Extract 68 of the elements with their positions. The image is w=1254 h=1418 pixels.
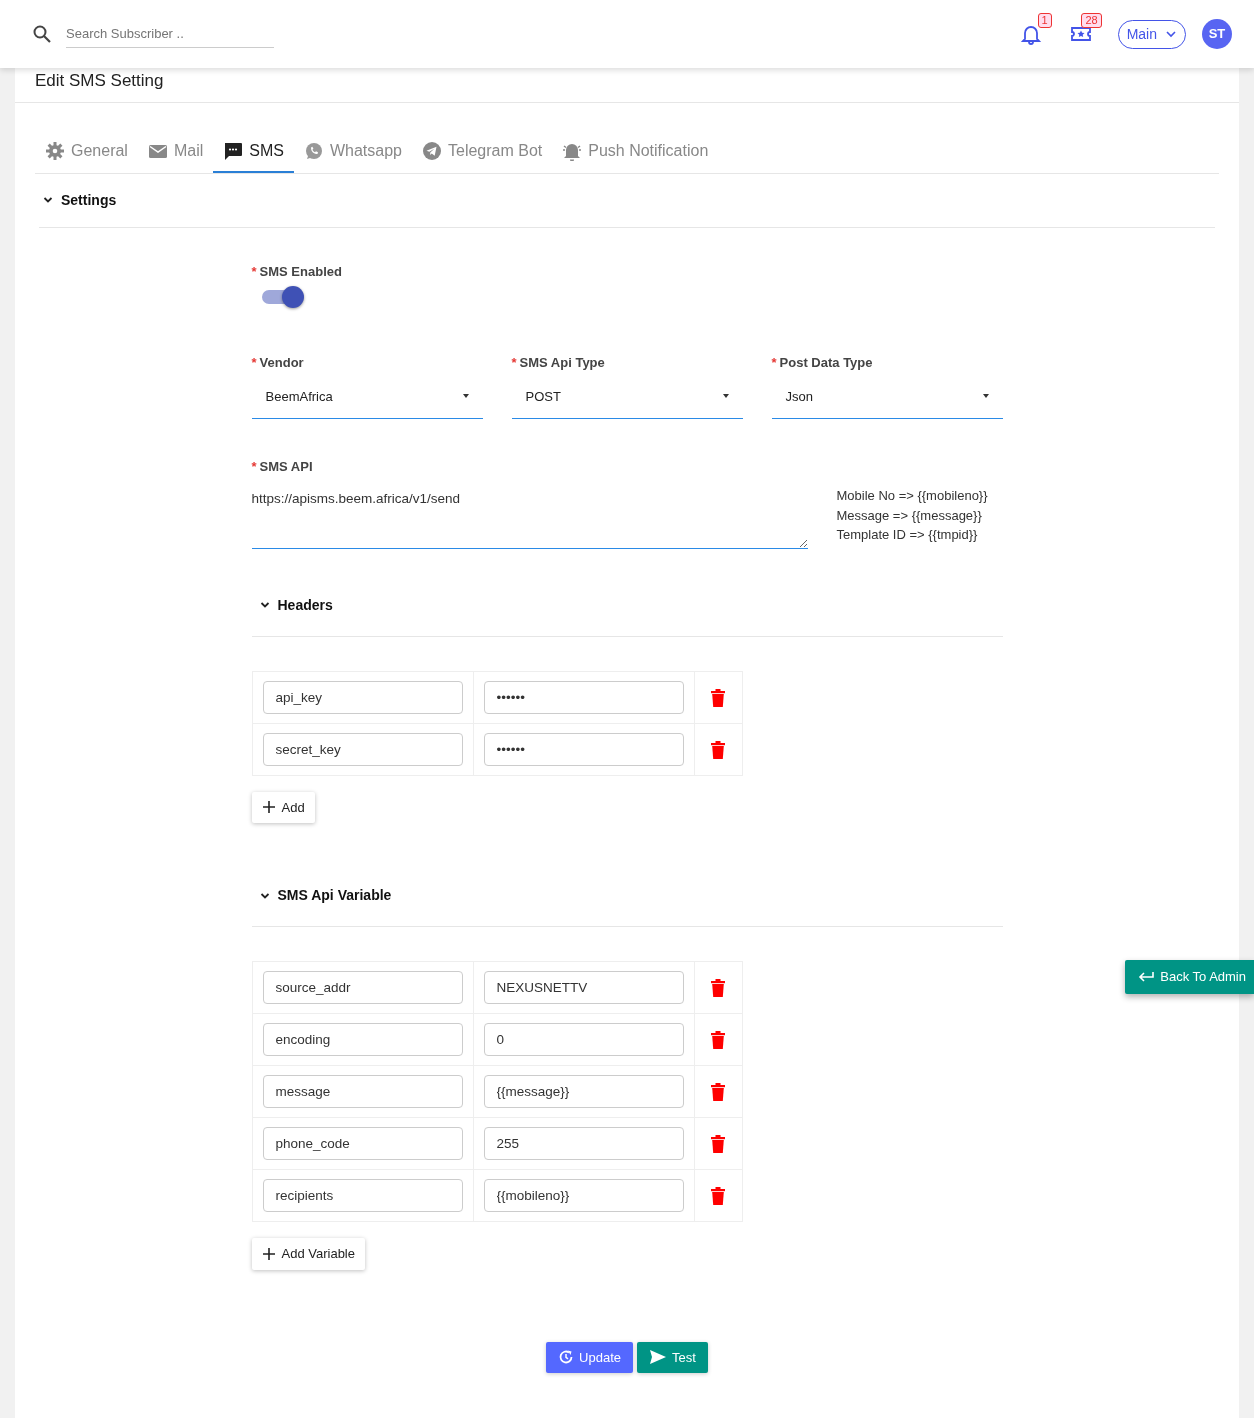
caret-icon <box>982 394 989 399</box>
notification-count: 28 <box>1081 12 1102 28</box>
tab[interactable]: Whatsapp <box>293 130 412 173</box>
field-label: * SMS API <box>251 458 314 476</box>
trash-icon <box>711 1031 725 1050</box>
value-field[interactable]: {{mobileno}} <box>483 1179 684 1212</box>
key-field[interactable]: api_key <box>262 680 463 714</box>
return-arrow-icon <box>1138 970 1155 983</box>
tab[interactable]: General <box>35 130 138 173</box>
value-field[interactable]: {{message}} <box>483 1075 684 1108</box>
key-field[interactable]: secret_key <box>262 732 463 766</box>
paper-plane-icon <box>422 140 442 161</box>
gear-icon <box>45 140 65 161</box>
workspace-dropdown[interactable]: Main <box>1117 19 1186 49</box>
settings-section-header[interactable]: Settings <box>43 189 117 211</box>
field-label: * SMS Api Type <box>511 354 606 372</box>
refresh-clock-icon <box>558 1349 575 1366</box>
tab[interactable]: Mail <box>137 130 214 173</box>
notification-count: 1 <box>1037 12 1052 28</box>
trash-icon <box>711 1083 725 1102</box>
update-button[interactable]: Update <box>546 1341 634 1373</box>
field-label: * Vendor <box>251 354 305 372</box>
value-field[interactable]: •••••• <box>483 680 684 714</box>
field-label: * Post Data Type <box>771 354 874 372</box>
trash-icon <box>711 1135 725 1154</box>
caret-icon <box>722 394 729 399</box>
section-header[interactable]: SMS Api Variable <box>259 885 392 906</box>
hint-text: Template ID => {{tmpid}} <box>836 526 979 544</box>
key-field[interactable]: encoding <box>262 1023 463 1056</box>
key-field[interactable]: message <box>262 1075 463 1108</box>
select-field[interactable]: POST <box>511 372 743 419</box>
key-field[interactable]: recipients <box>262 1179 463 1212</box>
select-field[interactable]: BeemAfrica <box>251 372 483 419</box>
tab[interactable]: Push Notification <box>552 130 719 173</box>
trash-icon <box>711 979 725 998</box>
value-field[interactable]: NEXUSNETTV <box>483 971 684 1004</box>
caret-icon <box>462 394 469 399</box>
add-button[interactable]: Add Variable <box>251 1238 365 1270</box>
bell-icon <box>1019 23 1042 46</box>
page-title: Edit SMS Setting <box>35 71 164 90</box>
hint-text: Message => {{message}} <box>836 506 983 525</box>
tab[interactable]: Telegram Bot <box>412 130 553 173</box>
section-header[interactable]: Headers <box>259 594 333 616</box>
key-field[interactable]: source_addr <box>262 971 463 1004</box>
tab[interactable]: SMS <box>213 130 294 173</box>
add-button[interactable]: Add <box>251 791 315 823</box>
chevron-down-icon <box>1165 28 1177 40</box>
plus-icon <box>261 800 276 815</box>
back-to-admin-button[interactable]: Back To Admin <box>1125 960 1254 994</box>
plus-icon <box>261 1246 276 1261</box>
test-button[interactable]: Test <box>637 1341 708 1373</box>
trash-icon <box>711 688 725 707</box>
chat-icon <box>223 140 244 161</box>
trash-icon <box>711 740 725 759</box>
value-field[interactable]: •••••• <box>483 732 684 766</box>
chevron-down-icon <box>43 195 53 205</box>
trash-icon <box>711 1187 725 1206</box>
hint-text: Mobile No => {{mobileno}} <box>836 487 988 505</box>
chevron-down-icon <box>259 600 270 610</box>
value-field[interactable]: 255 <box>483 1127 684 1160</box>
phone-bubble-icon <box>303 140 324 161</box>
send-icon <box>649 1349 668 1366</box>
value-field[interactable]: 0 <box>483 1023 684 1056</box>
user-avatar[interactable]: ST <box>1202 19 1232 49</box>
field-label: * SMS Enabled <box>251 262 343 281</box>
select-field[interactable]: Json <box>771 372 1003 419</box>
key-field[interactable]: phone_code <box>262 1127 463 1160</box>
search-icon <box>32 24 52 44</box>
